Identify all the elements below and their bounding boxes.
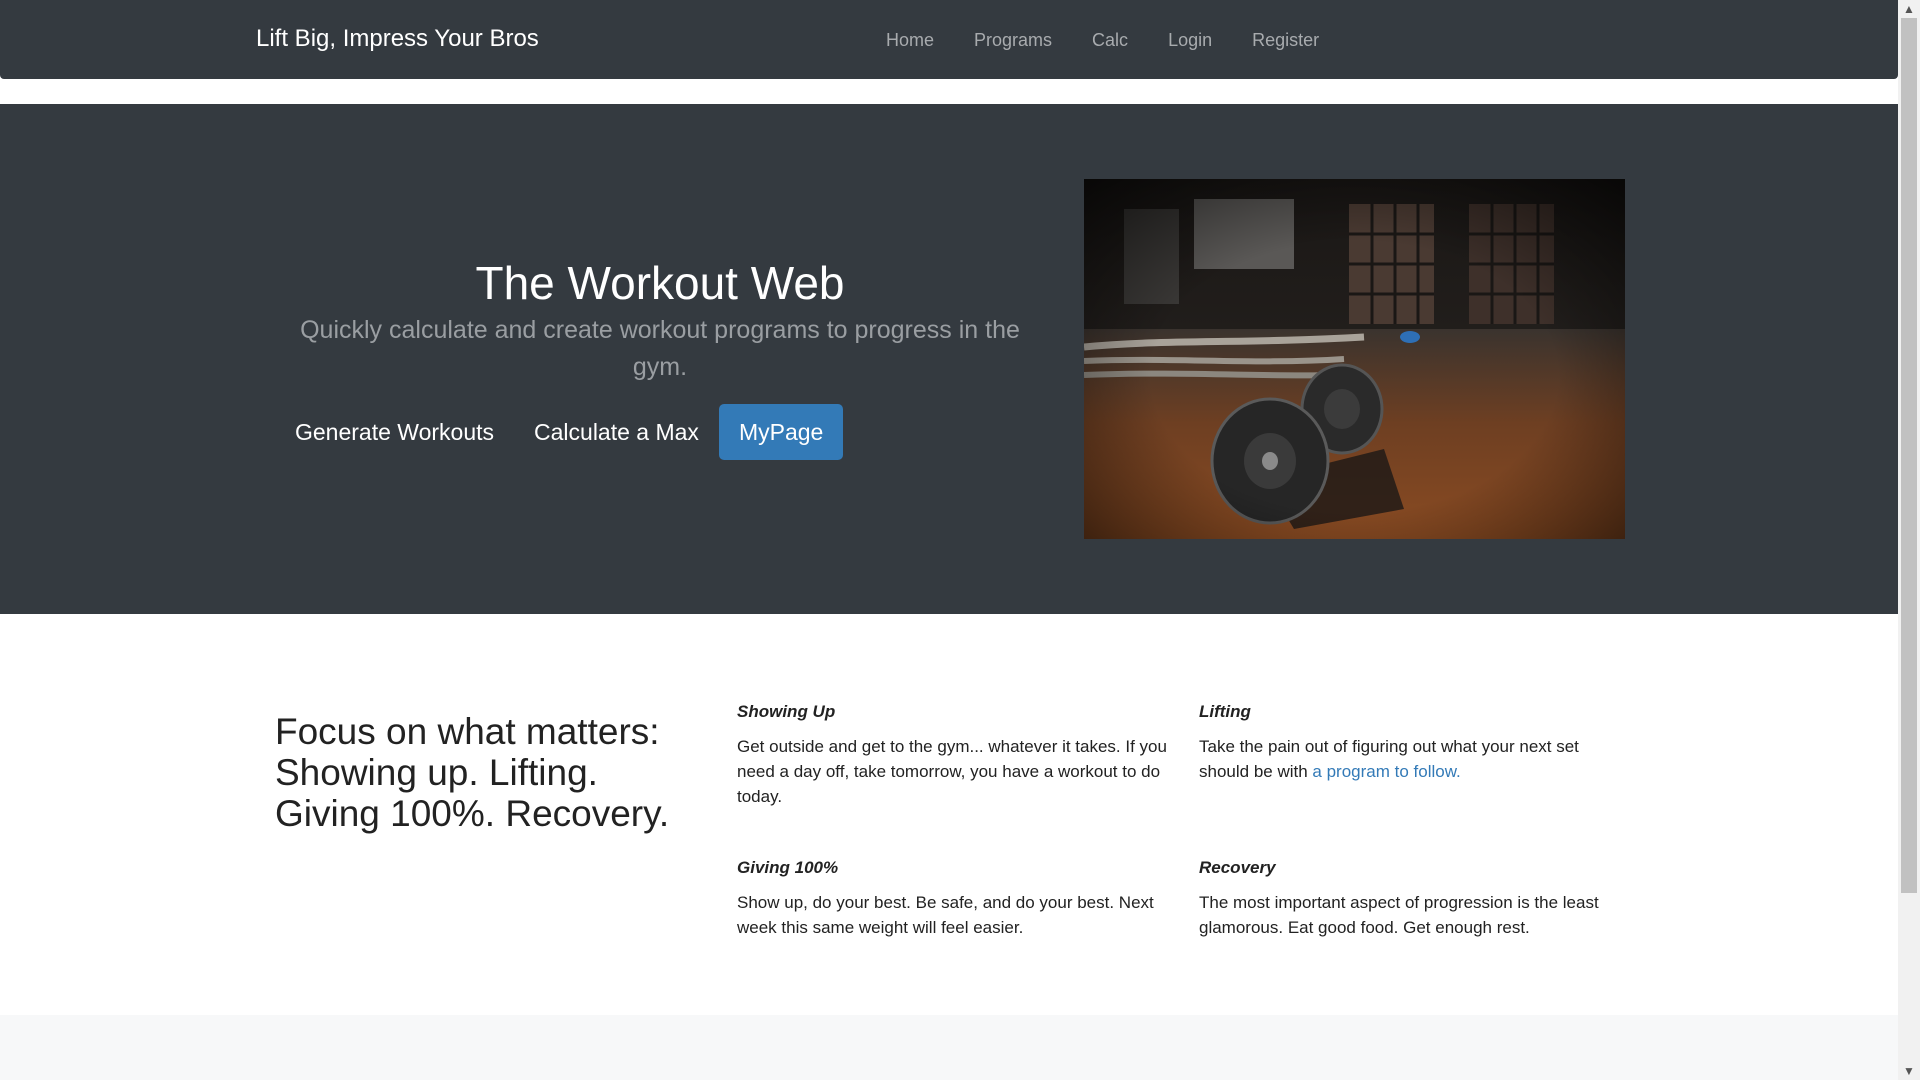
feature-recovery: Recovery The most important aspect of pr… [1199,858,1629,940]
feature-text: Show up, do your best. Be safe, and do y… [737,893,1154,937]
hero-section: The Workout Web Quickly calculate and cr… [0,104,1898,614]
mypage-button[interactable]: MyPage [718,404,844,460]
calculate-max-button[interactable]: Calculate a Max [514,404,719,460]
feature-title: Showing Up [737,702,836,721]
feature-text: The most important aspect of progression… [1199,893,1599,937]
feature-text: Take the pain out of figuring out what y… [1199,734,1629,784]
feature-title: Lifting [1199,702,1251,721]
scrollbar-thumb[interactable] [1901,18,1917,893]
program-link[interactable]: a program to follow. [1312,762,1460,781]
generate-workouts-button[interactable]: Generate Workouts [275,404,514,460]
top-navbar: Lift Big, Impress Your Bros Home Program… [0,0,1898,79]
feature-text: Get outside and get to the gym... whatev… [737,737,1167,806]
feature-giving-100: Giving 100% Show up, do your best. Be sa… [737,858,1167,940]
feature-title: Recovery [1199,858,1276,877]
vertical-scrollbar[interactable]: ▲ ▼ [1898,0,1920,1080]
nav-link-home[interactable]: Home [886,30,934,51]
footer-band [0,1015,1898,1080]
hero-subtitle: Quickly calculate and create workout pro… [300,316,1020,381]
nav-link-register[interactable]: Register [1252,30,1319,51]
feature-lifting: Lifting Take the pain out of figuring ou… [1199,702,1629,784]
nav-links: Home Programs Calc Login Register [886,30,1319,51]
hero-buttons: Generate Workouts Calculate a Max MyPage [275,404,844,460]
scroll-down-icon[interactable]: ▼ [1898,1062,1920,1080]
features-heading: Focus on what matters: Showing up. Lifti… [275,711,670,834]
nav-link-calc[interactable]: Calc [1092,30,1128,51]
brand-link[interactable]: Lift Big, Impress Your Bros [256,25,539,53]
feature-title: Giving 100% [737,858,839,877]
feature-showing-up: Showing Up Get outside and get to the gy… [737,702,1167,809]
gym-barbell-image [1084,179,1625,539]
nav-link-login[interactable]: Login [1168,30,1212,51]
nav-link-programs[interactable]: Programs [974,30,1052,51]
scroll-up-icon[interactable]: ▲ [1898,0,1920,18]
